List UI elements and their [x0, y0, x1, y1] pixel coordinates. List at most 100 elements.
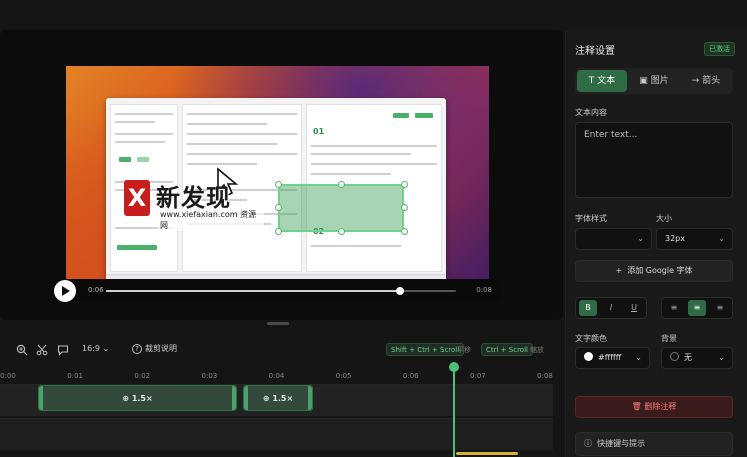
annotation-selection-box[interactable] — [278, 184, 404, 232]
ruler-tick-label: 0:00 — [0, 372, 16, 380]
text-align-group: ≡ ≡ ≡ — [661, 297, 733, 319]
panel-resize-grip[interactable] — [267, 322, 289, 325]
ruler-tick-label: 0:05 — [335, 372, 352, 380]
italic-button[interactable]: I — [602, 300, 620, 316]
info-icon: ⓘ — [584, 439, 592, 448]
size-label: 大小 — [656, 214, 672, 223]
color-swatch — [584, 352, 593, 361]
zoom-in-icon[interactable] — [16, 344, 28, 356]
chevron-down-icon: ⌄ — [637, 234, 644, 243]
annotation-settings-panel: 注释设置 已激活 T 文本 ▣ 图片 → 箭头 文本内容 Enter text.… — [565, 30, 747, 457]
resize-handle-right[interactable] — [401, 204, 408, 211]
background-value: 无 — [684, 353, 692, 362]
progress-fill — [106, 290, 400, 292]
arrow-icon: → — [691, 76, 700, 86]
chevron-down-icon: ⌄ — [718, 353, 725, 362]
watermark-text: 新发现 — [156, 183, 231, 212]
text-color-select[interactable]: #ffffff ⌄ — [575, 347, 650, 369]
aspect-ratio-value: 16:9 — [82, 344, 100, 353]
tab-arrow[interactable]: → 箭头 — [681, 70, 731, 92]
font-style-label: 字体样式 — [575, 214, 607, 223]
tab-text-label: 文本 — [597, 76, 616, 86]
text-color-label: 文字颜色 — [575, 334, 607, 343]
scissors-icon[interactable] — [36, 344, 48, 356]
timeline-track-annotation[interactable] — [0, 418, 553, 450]
playhead[interactable] — [453, 364, 455, 457]
text-color-value: #ffffff — [598, 353, 622, 362]
play-button[interactable] — [54, 280, 76, 302]
crop-help-button[interactable]: ? 裁剪说明 — [132, 343, 177, 354]
shortcut-zoom-label: 缩放 — [530, 346, 544, 354]
playhead-handle[interactable] — [449, 362, 459, 372]
chevron-down-icon: ⌄ — [102, 344, 110, 353]
background-select[interactable]: 无 ⌄ — [661, 347, 733, 369]
ruler-tick-label: 0:08 — [537, 372, 553, 380]
add-font-label: 添加 Google 字体 — [627, 266, 693, 275]
ruler-tick-label: 0:07 — [470, 372, 486, 380]
app-root: 01 02 X 新发现 www.xiefaxian.com 资源网 0:06 0… — [0, 0, 747, 457]
crop-help-label: 裁剪说明 — [145, 344, 177, 353]
panel-title: 注释设置 — [575, 46, 615, 57]
underline-button[interactable]: U — [625, 300, 643, 316]
ruler-tick-label: 0:01 — [67, 372, 83, 380]
clip-label: 1.5× — [131, 394, 153, 403]
size-select[interactable]: 32px ⌄ — [656, 228, 733, 250]
tab-arrow-label: 箭头 — [702, 76, 721, 86]
video-preview: 01 02 X 新发现 www.xiefaxian.com 资源网 0:06 0… — [0, 30, 563, 320]
text-style-group: B I U — [575, 297, 647, 319]
step-number-1: 01 — [313, 127, 325, 136]
tab-image[interactable]: ▣ 图片 — [629, 70, 679, 92]
tab-text[interactable]: T 文本 — [577, 70, 627, 92]
text-content-label: 文本内容 — [575, 108, 607, 117]
aspect-ratio-select[interactable]: 16:9 ⌄ — [82, 344, 109, 353]
ruler-tick-label: 0:04 — [268, 372, 285, 380]
progress-knob[interactable] — [396, 287, 404, 295]
resize-handle-left[interactable] — [275, 204, 282, 211]
align-center-button[interactable]: ≡ — [688, 300, 706, 316]
resize-handle-bottom-right[interactable] — [401, 228, 408, 235]
comment-icon[interactable] — [57, 344, 69, 356]
align-left-button[interactable]: ≡ — [665, 300, 683, 316]
resize-handle-top-right[interactable] — [401, 181, 408, 188]
end-time: 0:08 — [476, 286, 492, 294]
resize-handle-bottom-left[interactable] — [275, 228, 282, 235]
background-label: 背景 — [661, 334, 677, 343]
video-frame: 01 02 X 新发现 www.xiefaxian.com 资源网 — [66, 66, 489, 302]
bold-button[interactable]: B — [579, 300, 597, 316]
text-icon: T — [588, 76, 595, 86]
resize-handle-bottom[interactable] — [338, 228, 345, 235]
zoom-clip[interactable]: ⊕ 1.5× — [38, 385, 237, 411]
help-icon: ? — [132, 344, 142, 354]
size-value: 32px — [665, 234, 685, 243]
add-google-font-button[interactable]: + 添加 Google 字体 — [575, 260, 733, 282]
font-style-select[interactable]: ⌄ — [575, 228, 652, 250]
resize-handle-top-left[interactable] — [275, 181, 282, 188]
current-time: 0:06 — [88, 286, 104, 294]
zoom-icon: ⊕ — [262, 394, 270, 403]
ruler-tick-label: 0:02 — [134, 372, 151, 380]
ruler-tick-label: 0:03 — [201, 372, 218, 380]
clip-label: 1.5× — [272, 394, 294, 403]
empty-swatch — [670, 352, 679, 361]
resize-handle-top[interactable] — [338, 181, 345, 188]
text-content-input[interactable]: Enter text... — [575, 122, 733, 198]
watermark-logo: X 新发现 www.xiefaxian.com 资源网 — [124, 178, 264, 231]
annotation-segment-marker[interactable] — [456, 452, 518, 455]
watermark-sub: www.xiefaxian.com 资源网 — [158, 209, 264, 231]
align-right-button[interactable]: ≡ — [711, 300, 729, 316]
ruler-tick-label: 0:06 — [402, 372, 419, 380]
text-content-placeholder: Enter text... — [584, 130, 638, 140]
zoom-clip[interactable]: ⊕ 1.5× — [243, 385, 313, 411]
delete-annotation-button[interactable]: 🗑 删除注释 — [575, 396, 733, 418]
shortcut-pan-keys: Shift + Ctrl + Scroll — [386, 343, 465, 356]
timeline-ruler[interactable]: 0:00 0:01 0:02 0:03 0:04 0:05 0:06 0:07 0:08 — [0, 368, 553, 382]
watermark-mark: X — [124, 180, 150, 216]
chevron-down-icon: ⌄ — [635, 353, 642, 362]
status-badge: 已激活 — [704, 42, 735, 56]
progress-track[interactable] — [106, 287, 456, 295]
annotation-type-tabs: T 文本 ▣ 图片 → 箭头 — [575, 68, 733, 94]
player-controls: 0:06 0:08 — [52, 279, 502, 303]
shortcuts-tips-button[interactable]: ⓘ 快捷键与提示 — [575, 432, 733, 456]
trash-icon: 🗑 — [631, 402, 642, 411]
shortcut-pan-label: 平移 — [457, 346, 471, 354]
